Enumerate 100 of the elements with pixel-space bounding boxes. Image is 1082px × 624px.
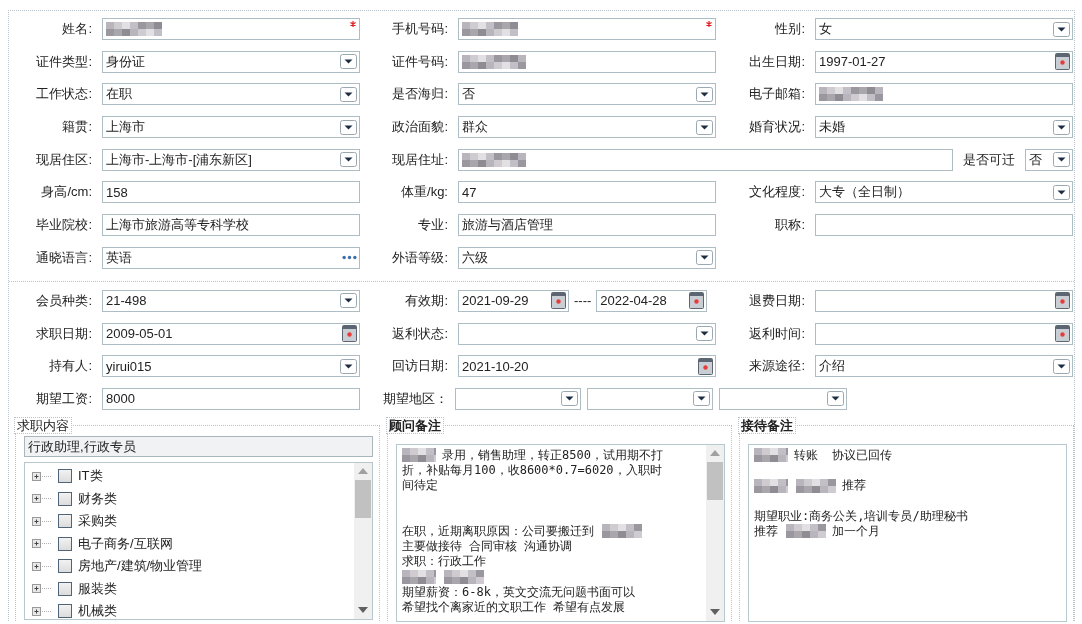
text-field[interactable] — [458, 148, 953, 171]
checkbox[interactable] — [58, 536, 72, 551]
tree-item-label[interactable]: 房地产/建筑/物业管理 — [78, 557, 203, 576]
tree-item-label[interactable]: 财务类 — [78, 489, 117, 508]
field-label: 工作状态: — [35, 85, 92, 104]
checkbox[interactable] — [58, 581, 72, 596]
date-field[interactable]: 2022-04-28 — [596, 289, 708, 312]
expand-icon[interactable] — [32, 470, 52, 482]
text-field[interactable] — [815, 83, 1073, 106]
tree-item-label[interactable]: IT类 — [78, 467, 103, 486]
date-field[interactable]: 1997-01-27 — [815, 50, 1073, 73]
dropdown[interactable]: yirui015 — [102, 355, 360, 378]
expand-icon[interactable] — [32, 538, 52, 550]
field-label: 现居住址: — [391, 150, 448, 169]
field-label: 文化程度: — [748, 183, 805, 202]
checkbox[interactable] — [58, 491, 72, 506]
field-label: 是否可迁 — [963, 150, 1015, 169]
calendar-icon[interactable] — [551, 292, 566, 310]
checkbox[interactable] — [58, 559, 72, 574]
calendar-icon[interactable] — [1055, 292, 1070, 310]
checkbox[interactable] — [58, 604, 72, 619]
dropdown[interactable]: 21-498 — [102, 289, 360, 312]
field-label: 返利时间: — [748, 324, 805, 343]
field-label: 性别: — [774, 20, 805, 38]
blurred-patch — [786, 524, 826, 539]
expand-icon[interactable] — [32, 583, 52, 595]
text-field[interactable]: 158 — [102, 181, 360, 204]
dropdown[interactable]: 上海市-上海市-[浦东新区] — [102, 148, 360, 171]
expand-icon[interactable] — [32, 605, 52, 617]
panel-title: 求职内容 — [14, 416, 72, 434]
note-text: 推荐 — [754, 523, 778, 539]
field-label: 外语等级: — [391, 248, 448, 267]
date-field[interactable]: 2021-10-20 — [458, 355, 716, 378]
checkbox[interactable] — [58, 469, 72, 484]
date-field[interactable] — [815, 322, 1073, 345]
dropdown[interactable]: 否 — [458, 83, 716, 106]
expand-icon[interactable] — [32, 515, 52, 527]
dropdown[interactable]: 身份证 — [102, 50, 360, 73]
blurred-patch — [754, 448, 788, 463]
scrollbar[interactable] — [354, 462, 372, 619]
text-field[interactable] — [815, 214, 1073, 237]
field-label: 期望地区： — [382, 389, 448, 408]
blurred-patch — [444, 569, 484, 584]
text-field[interactable] — [102, 18, 360, 40]
note-text: 推荐 — [842, 478, 866, 494]
tree-item-label[interactable]: 服装类 — [78, 579, 117, 598]
dropdown[interactable]: 在职 — [102, 83, 360, 106]
field-label: 会员种类: — [35, 291, 92, 310]
range-separator: ---- — [574, 293, 592, 309]
note-text: 加一个月 — [832, 523, 880, 539]
dropdown[interactable]: 群众 — [458, 116, 716, 139]
text-field[interactable]: 上海市旅游高等专科学校 — [102, 214, 360, 237]
dropdown[interactable]: 否 — [1025, 148, 1073, 171]
lookup-field[interactable]: 英语 — [102, 246, 360, 269]
date-field[interactable]: 2009-05-01 — [102, 322, 360, 345]
blurred-patch — [602, 524, 642, 539]
date-field[interactable] — [815, 289, 1073, 312]
field-label: 政治面貌: — [391, 118, 448, 137]
tree-item-label[interactable]: 采购类 — [78, 512, 117, 531]
calendar-icon[interactable] — [1055, 325, 1070, 342]
text-field[interactable]: 旅游与酒店管理 — [458, 214, 716, 237]
checkbox[interactable] — [58, 514, 72, 529]
summary-field[interactable]: 行政助理,行政专员 — [24, 435, 373, 457]
text-field[interactable]: 47 — [458, 181, 716, 204]
calendar-icon[interactable] — [342, 325, 357, 342]
field-label: 身高/cm: — [40, 183, 92, 202]
date-field[interactable]: 2021-09-29 — [458, 289, 569, 312]
expand-icon[interactable] — [32, 560, 52, 572]
calendar-icon[interactable] — [698, 357, 713, 375]
text-field[interactable] — [458, 50, 716, 73]
note-text: 折，补贴每月100，收8600*0.7=6020，入职时 — [402, 463, 662, 479]
field-label: 婚育状况: — [748, 118, 805, 137]
notes-area[interactable]: 录用，销售助理，转正8500，试用期不打 折，补贴每月100，收8600*0.7=6020，入职时 间待定 在职，近期离职原因：公司要搬迁到 主要做接待 合同审核 沟通协调 求职：行政工作 期望薪资：6-8k，英文交流无问题书面可以 希望找个离家近的文职工作 希望有点发展 — [396, 443, 725, 622]
scrollbar[interactable] — [706, 444, 724, 621]
scroll-thumb[interactable] — [707, 461, 723, 500]
scroll-down-icon[interactable] — [710, 609, 720, 616]
scroll-down-icon[interactable] — [358, 607, 368, 614]
dropdown[interactable]: 未婚 — [815, 116, 1073, 139]
dropdown[interactable]: 介绍 — [815, 355, 1073, 378]
field-label: 证件号码: — [391, 52, 448, 71]
dropdown[interactable]: 上海市 — [102, 116, 360, 139]
notes-area[interactable]: 转账 协议已回传 推荐 期望职业:商务公关,培训专员/助理秘书 推荐 加一个月 — [748, 443, 1067, 622]
scroll-thumb[interactable] — [355, 479, 371, 518]
calendar-icon[interactable] — [689, 292, 705, 310]
expand-icon[interactable] — [32, 493, 52, 505]
dropdown[interactable]: 六级 — [458, 246, 716, 269]
calendar-icon[interactable] — [1055, 53, 1070, 71]
tree-item-label[interactable]: 机械类 — [78, 602, 117, 621]
field-label: 有效期: — [404, 291, 448, 310]
panel-title: 顾问备注 — [386, 416, 444, 434]
tree-item-label[interactable]: 电子商务/互联网 — [78, 534, 173, 553]
dropdown[interactable]: 大专（全日制） — [815, 181, 1073, 204]
field-label: 持有人: — [48, 357, 92, 376]
field-label: 退费日期: — [748, 291, 805, 310]
dropdown[interactable]: 女 — [815, 18, 1073, 40]
field-label: 专业: — [417, 216, 448, 235]
field-label: 姓名: — [61, 20, 92, 38]
text-field[interactable]: 8000 — [102, 387, 360, 410]
text-field[interactable] — [458, 18, 716, 40]
note-text: 录用，销售助理，转正8500，试用期不打 — [442, 447, 663, 464]
